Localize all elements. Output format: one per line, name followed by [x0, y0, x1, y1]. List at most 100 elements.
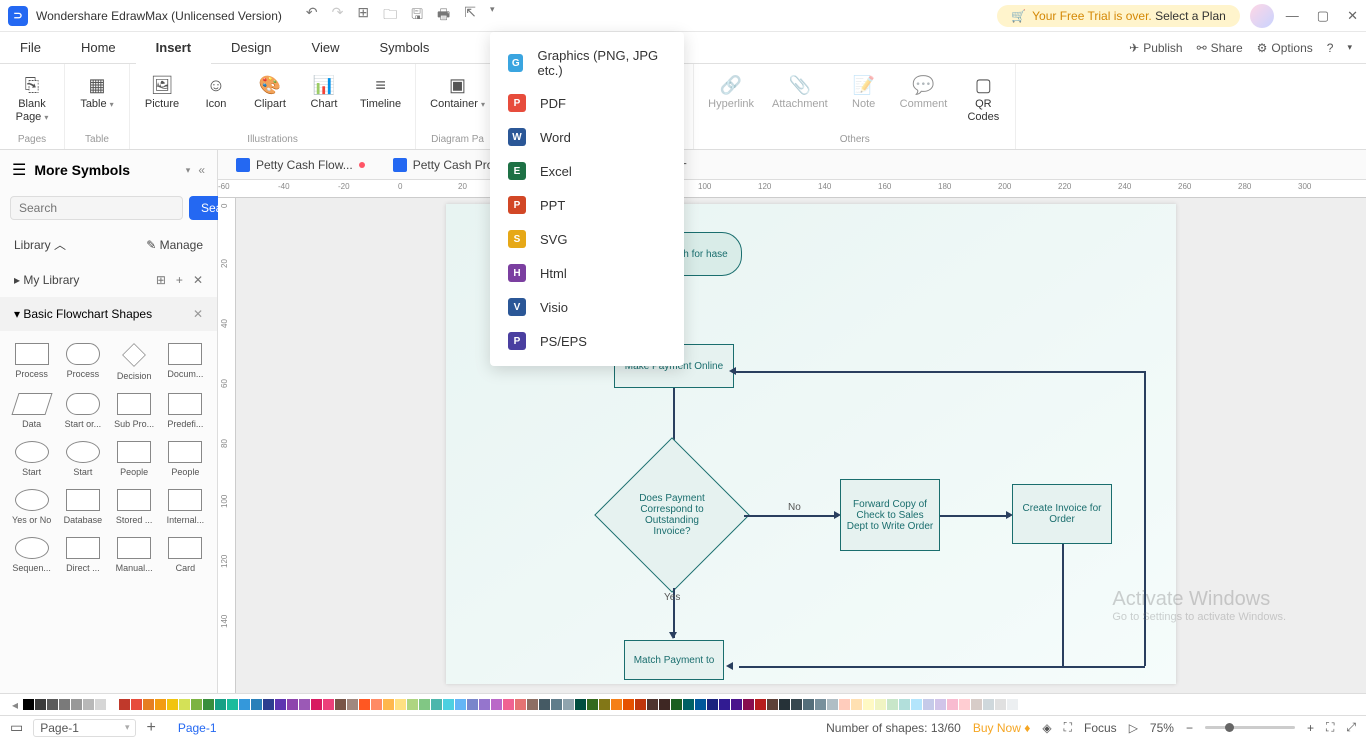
color-swatch[interactable] — [107, 699, 118, 710]
export-icon[interactable]: ⇱ — [464, 4, 476, 28]
section-close-icon[interactable]: ✕ — [193, 307, 203, 321]
fc-connector[interactable] — [1144, 371, 1146, 666]
color-swatch[interactable] — [371, 699, 382, 710]
fit-page-icon[interactable]: ⛶ — [1326, 720, 1334, 735]
search-input[interactable] — [10, 196, 183, 220]
color-swatch[interactable] — [167, 699, 178, 710]
redo-icon[interactable]: ↷ — [332, 4, 344, 28]
palette-prev-icon[interactable]: ◂ — [8, 698, 22, 712]
color-swatch[interactable] — [395, 699, 406, 710]
color-swatch[interactable] — [287, 699, 298, 710]
shape-process[interactable]: Process — [59, 339, 106, 385]
color-swatch[interactable] — [707, 699, 718, 710]
print-icon[interactable]: 🖶 — [437, 4, 450, 28]
outline-view-icon[interactable]: ▭ — [10, 719, 23, 736]
color-swatch[interactable] — [527, 699, 538, 710]
fc-connector[interactable] — [1062, 544, 1064, 666]
color-swatch[interactable] — [479, 699, 490, 710]
shape-sub-pro-[interactable]: Sub Pro... — [111, 389, 158, 433]
focus-mode[interactable]: Focus — [1084, 721, 1117, 735]
color-swatch[interactable] — [299, 699, 310, 710]
layers-icon[interactable]: ◈ — [1042, 721, 1051, 735]
fc-process-forward[interactable]: Forward Copy of Check to Sales Dept to W… — [840, 479, 940, 551]
page-selector[interactable]: Page-1▾ — [33, 719, 136, 737]
dropdown-item-graphics-png-jpg-etc-[interactable]: GGraphics (PNG, JPG etc.) — [490, 40, 684, 86]
color-swatch[interactable] — [779, 699, 790, 710]
ribbon-container[interactable]: ▣Container ▾ — [424, 72, 491, 113]
shape-docum-[interactable]: Docum... — [162, 339, 209, 385]
color-swatch[interactable] — [275, 699, 286, 710]
color-swatch[interactable] — [323, 699, 334, 710]
color-swatch[interactable] — [251, 699, 262, 710]
color-swatch[interactable] — [467, 699, 478, 710]
color-swatch[interactable] — [911, 699, 922, 710]
dropdown-item-ps-eps[interactable]: PPS/EPS — [490, 324, 684, 358]
color-swatch[interactable] — [539, 699, 550, 710]
menu-view[interactable]: View — [292, 32, 360, 63]
color-swatch[interactable] — [995, 699, 1006, 710]
zoom-slider[interactable] — [1205, 726, 1295, 729]
color-swatch[interactable] — [455, 699, 466, 710]
add-page-button[interactable]: + — [146, 719, 155, 737]
color-swatch[interactable] — [743, 699, 754, 710]
dropdown-item-ppt[interactable]: PPPT — [490, 188, 684, 222]
color-swatch[interactable] — [119, 699, 130, 710]
color-swatch[interactable] — [935, 699, 946, 710]
color-swatch[interactable] — [83, 699, 94, 710]
shape-manual-[interactable]: Manual... — [111, 533, 158, 577]
color-swatch[interactable] — [35, 699, 46, 710]
canvas[interactable]: sh for hase Make Payment Online Does Pay… — [236, 198, 1366, 693]
shape-data[interactable]: Data — [8, 389, 55, 433]
color-swatch[interactable] — [827, 699, 838, 710]
menu-file[interactable]: File — [0, 32, 61, 63]
ribbon-qr-codes[interactable]: ▢QRCodes — [959, 72, 1007, 126]
color-swatch[interactable] — [587, 699, 598, 710]
shape-database[interactable]: Database — [59, 485, 106, 529]
color-swatch[interactable] — [311, 699, 322, 710]
color-swatch[interactable] — [683, 699, 694, 710]
color-swatch[interactable] — [491, 699, 502, 710]
color-swatch[interactable] — [611, 699, 622, 710]
color-swatch[interactable] — [695, 699, 706, 710]
play-icon[interactable]: ▷ — [1129, 721, 1138, 735]
dropdown-item-pdf[interactable]: PPDF — [490, 86, 684, 120]
menu-symbols[interactable]: Symbols — [359, 32, 449, 63]
section-toggle[interactable]: ▾ Basic Flowchart Shapes — [14, 307, 152, 321]
minimize-button[interactable]: — — [1286, 8, 1299, 24]
collapse-sidebar-icon[interactable]: « — [198, 163, 205, 177]
page-tab[interactable]: Page-1 — [166, 721, 229, 735]
color-swatch[interactable] — [239, 699, 250, 710]
library-link[interactable]: Library ︿ — [14, 236, 66, 253]
color-swatch[interactable] — [419, 699, 430, 710]
color-swatch[interactable] — [503, 699, 514, 710]
zoom-in-button[interactable]: + — [1307, 721, 1314, 735]
add-icon[interactable]: + — [176, 273, 183, 287]
menu-insert[interactable]: Insert — [136, 32, 211, 63]
menu-home[interactable]: Home — [61, 32, 136, 63]
ribbon-note[interactable]: 📝Note — [840, 72, 888, 113]
grid-icon[interactable]: ⊞ — [156, 273, 166, 287]
buy-now-link[interactable]: Buy Now ♦ — [973, 721, 1031, 735]
color-swatch[interactable] — [335, 699, 346, 710]
fc-connector[interactable] — [1062, 666, 1145, 668]
color-swatch[interactable] — [215, 699, 226, 710]
color-swatch[interactable] — [731, 699, 742, 710]
fc-connector[interactable] — [734, 371, 1145, 373]
color-swatch[interactable] — [71, 699, 82, 710]
fc-connector[interactable] — [739, 666, 1063, 668]
user-avatar[interactable] — [1250, 4, 1274, 28]
color-swatch[interactable] — [803, 699, 814, 710]
color-swatch[interactable] — [887, 699, 898, 710]
color-swatch[interactable] — [203, 699, 214, 710]
color-swatch[interactable] — [983, 699, 994, 710]
color-swatch[interactable] — [179, 699, 190, 710]
color-swatch[interactable] — [959, 699, 970, 710]
color-swatch[interactable] — [863, 699, 874, 710]
color-swatch[interactable] — [671, 699, 682, 710]
shape-start[interactable]: Start — [59, 437, 106, 481]
fc-decision[interactable]: Does Payment Correspond to Outstanding I… — [597, 440, 747, 590]
ribbon-comment[interactable]: 💬Comment — [894, 72, 954, 113]
color-swatch[interactable] — [431, 699, 442, 710]
color-swatch[interactable] — [383, 699, 394, 710]
mylibrary-link[interactable]: ▸ My Library — [14, 273, 79, 287]
